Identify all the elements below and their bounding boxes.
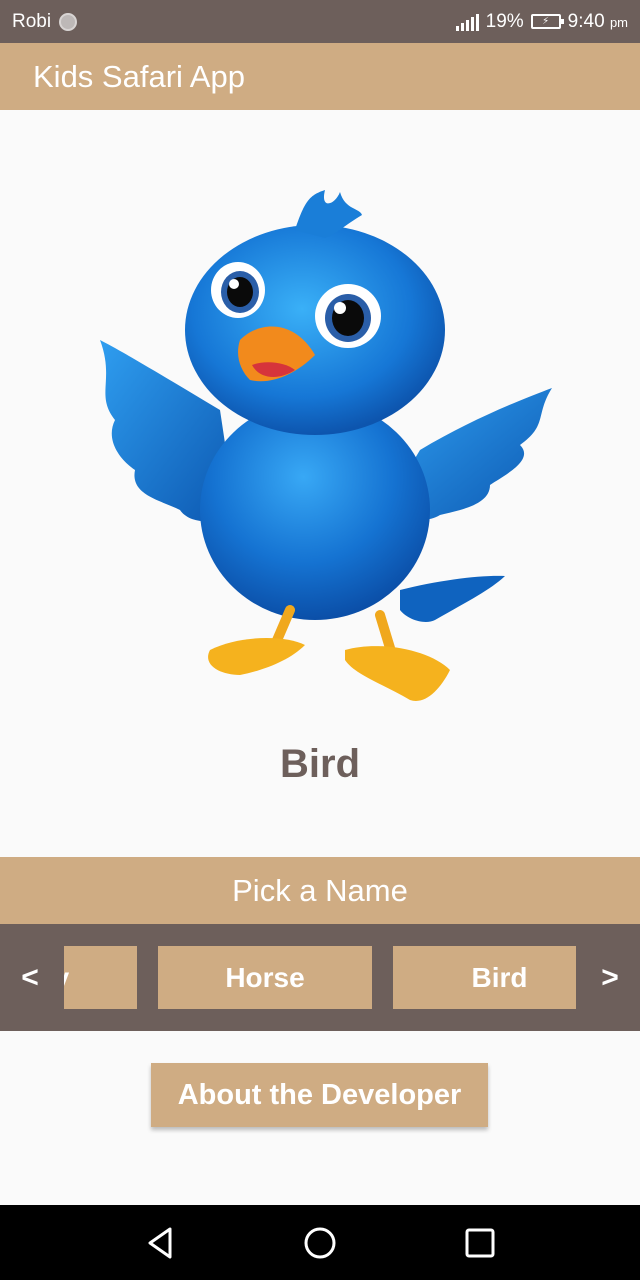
pick-name-header: Pick a Name <box>0 857 640 924</box>
carrier-name: Robi <box>12 10 52 32</box>
name-option-partial[interactable]: ey <box>64 946 137 1009</box>
blue-bird-image <box>100 190 552 701</box>
name-option-label: ey <box>64 962 69 994</box>
app-bar: Kids Safari App <box>0 43 640 110</box>
signal-icon <box>455 13 479 31</box>
next-arrow-button[interactable]: > <box>580 924 640 1031</box>
name-option-bird[interactable]: Bird <box>393 946 576 1009</box>
status-bar: Robi 19% ⚡ 9:40 pm <box>0 0 640 43</box>
app-title: Kids Safari App <box>33 58 245 94</box>
notification-dot-icon <box>59 12 78 31</box>
status-left: Robi <box>12 10 78 33</box>
previous-arrow-button[interactable]: < <box>0 924 60 1031</box>
name-option-label: Bird <box>471 961 528 993</box>
clock: 9:40 pm <box>568 11 628 33</box>
animal-name: Bird <box>280 742 360 786</box>
recents-icon[interactable] <box>462 1225 498 1261</box>
battery-percent: 19% <box>485 10 524 32</box>
name-picker[interactable]: < ey Horse Bird > <box>0 924 640 1031</box>
name-option-label: Horse <box>225 961 305 993</box>
clock-time: 9:40 <box>567 10 605 32</box>
about-developer-button[interactable]: About the Developer <box>151 1063 488 1127</box>
home-icon[interactable] <box>302 1225 338 1261</box>
battery-icon: ⚡ <box>530 14 564 29</box>
pick-name-label: Pick a Name <box>232 872 408 908</box>
status-right: 19% ⚡ 9:40 pm <box>455 10 628 33</box>
name-option-horse[interactable]: Horse <box>158 946 372 1009</box>
clock-suffix: pm <box>609 14 628 30</box>
navigation-bar <box>0 1205 640 1280</box>
back-icon[interactable] <box>142 1225 178 1261</box>
